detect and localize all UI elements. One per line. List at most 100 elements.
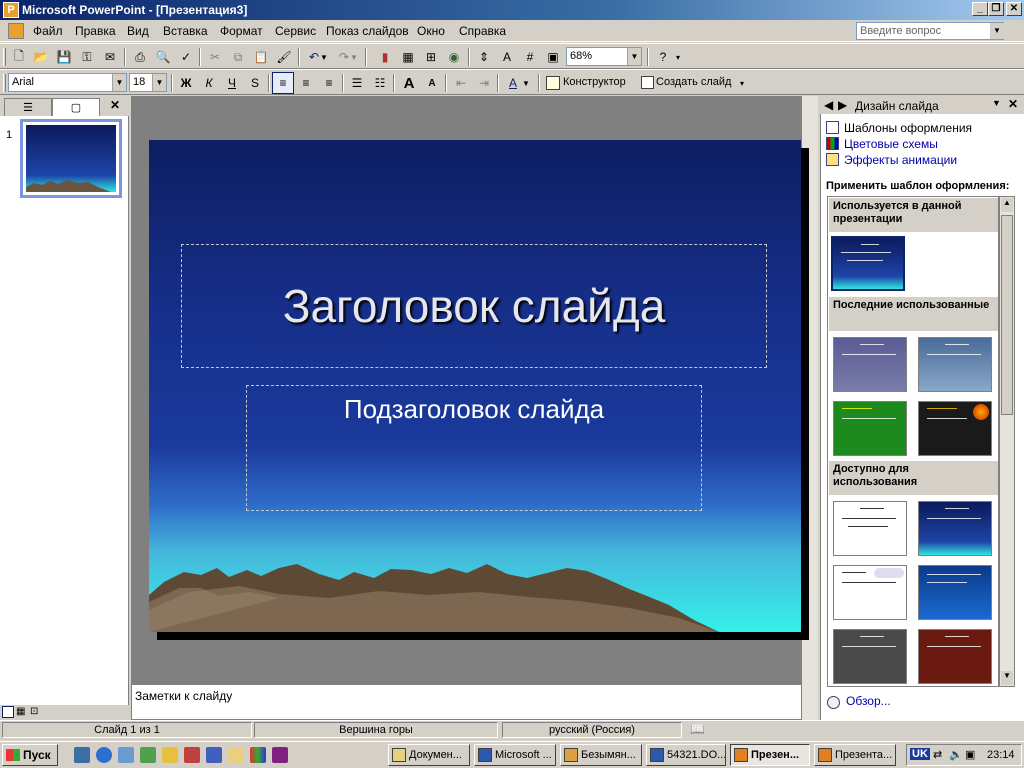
decrease-indent-icon[interactable]: ⇤ — [450, 72, 472, 94]
normal-view-icon[interactable] — [2, 706, 14, 718]
document-icon[interactable] — [8, 23, 24, 39]
slideshow-icon[interactable]: ⊡ — [30, 706, 42, 718]
format-painter-icon[interactable]: 🖌 — [273, 46, 295, 68]
template-thumb[interactable] — [918, 629, 992, 684]
scroll-thumb[interactable] — [1001, 215, 1013, 415]
template-thumb[interactable] — [918, 501, 992, 556]
template-thumb-mountain[interactable] — [829, 234, 907, 293]
insert-chart-icon[interactable]: ▮ — [374, 46, 396, 68]
slide-sorter-icon[interactable]: ▦ — [16, 706, 28, 718]
notes-area[interactable]: Заметки к слайду — [131, 684, 802, 720]
maximize-button[interactable]: ❐ — [988, 2, 1004, 16]
shadow-icon[interactable]: S — [244, 72, 266, 94]
chevron-down-icon[interactable]: ▼ — [112, 74, 126, 91]
font-select[interactable]: Arial ▼ — [8, 73, 127, 92]
spelling-status-icon[interactable]: 📖 — [690, 722, 708, 738]
browse-link[interactable]: Обзор... — [846, 694, 891, 708]
toolbar-grip[interactable] — [3, 74, 6, 92]
volume-icon[interactable]: 🔈 — [949, 748, 963, 761]
chevron-down-icon[interactable]: ▼ — [348, 46, 360, 68]
toolbar-options-icon[interactable]: ▾ — [672, 46, 684, 68]
notes-scrollbar[interactable] — [802, 684, 818, 720]
language-indicator[interactable]: UK — [910, 748, 930, 760]
folder-icon[interactable] — [228, 747, 244, 763]
underline-icon[interactable]: Ч — [221, 72, 243, 94]
template-thumb[interactable] — [833, 629, 907, 684]
close-icon[interactable]: ✕ — [1008, 97, 1018, 111]
link-animation-schemes[interactable]: Эффекты анимации — [826, 153, 957, 167]
bold-icon[interactable]: Ж — [175, 72, 197, 94]
email-icon[interactable]: ✉ — [99, 46, 121, 68]
italic-icon[interactable]: К — [198, 72, 220, 94]
media-icon[interactable] — [140, 747, 156, 763]
numbering-icon[interactable]: ☰ — [346, 72, 368, 94]
new-slide-button[interactable]: Создать слайд — [656, 76, 731, 88]
close-button[interactable]: ✕ — [1006, 2, 1022, 16]
powerpoint-app-icon[interactable]: P — [3, 2, 19, 18]
internet-explorer-icon[interactable] — [96, 747, 112, 763]
toolbar-grip[interactable] — [3, 48, 6, 66]
designer-button[interactable]: Конструктор — [563, 76, 626, 88]
chevron-down-icon[interactable]: ▼ — [152, 74, 166, 91]
scroll-down-icon[interactable]: ▼ — [1001, 671, 1013, 685]
close-icon[interactable]: ✕ — [110, 98, 120, 112]
bullets-icon[interactable]: ☷ — [369, 72, 391, 94]
tab-outline[interactable]: ☰ — [4, 98, 52, 116]
paste-icon[interactable]: 📋 — [250, 46, 272, 68]
increase-font-icon[interactable]: A — [398, 72, 420, 94]
task-powerpoint-2[interactable]: Презента... — [814, 744, 896, 766]
quicklaunch-icon[interactable] — [162, 747, 178, 763]
template-thumb[interactable] — [833, 337, 907, 392]
start-button[interactable]: Пуск — [2, 744, 58, 766]
menu-insert[interactable]: Вставка — [163, 24, 208, 38]
tab-slides[interactable]: ▢ — [52, 98, 100, 116]
template-thumb[interactable] — [918, 565, 992, 620]
align-right-icon[interactable]: ≡ — [318, 72, 340, 94]
grid-icon[interactable]: # — [519, 46, 541, 68]
quicklaunch-icon[interactable] — [184, 747, 200, 763]
color-grayscale-icon[interactable]: ▣ — [542, 46, 564, 68]
task-paint[interactable]: Безымян... — [560, 744, 642, 766]
task-documents[interactable]: Докумен... — [388, 744, 470, 766]
zoom-select[interactable]: 68% ▼ — [566, 47, 642, 66]
toolbar-options-icon[interactable]: ▾ — [736, 72, 748, 94]
template-thumb[interactable] — [833, 501, 907, 556]
chevron-down-icon[interactable]: ▼ — [627, 48, 641, 65]
network-icon[interactable]: ⇄ — [933, 748, 942, 761]
vertical-scrollbar[interactable] — [802, 96, 818, 684]
scroll-up-icon[interactable]: ▲ — [1001, 198, 1013, 212]
cut-icon[interactable]: ✂ — [204, 46, 226, 68]
template-thumb[interactable] — [833, 565, 907, 620]
template-thumb[interactable] — [918, 401, 992, 456]
task-powerpoint-active[interactable]: Презен... — [730, 744, 810, 766]
new-document-icon[interactable]: 🗋 — [8, 46, 30, 68]
task-word-2[interactable]: 54321.DO... — [646, 744, 726, 766]
font-size-select[interactable]: 18 ▼ — [129, 73, 167, 92]
quicklaunch-icon[interactable] — [272, 747, 288, 763]
spelling-icon[interactable]: ✓ — [175, 46, 197, 68]
task-word-1[interactable]: Microsoft ... — [474, 744, 556, 766]
open-folder-icon[interactable]: 📂 — [30, 46, 52, 68]
increase-indent-icon[interactable]: ⇥ — [473, 72, 495, 94]
minimize-button[interactable]: _ — [972, 2, 988, 16]
print-icon[interactable]: ⎙ — [129, 46, 151, 68]
menu-tools[interactable]: Сервис — [275, 24, 316, 38]
print-preview-icon[interactable]: 🔍 — [152, 46, 174, 68]
menu-help[interactable]: Справка — [459, 24, 506, 38]
chevron-down-icon[interactable]: ▼ — [992, 98, 1001, 108]
menu-slideshow[interactable]: Показ слайдов — [326, 24, 409, 38]
expand-all-icon[interactable]: ⇕ — [473, 46, 495, 68]
tray-app-icon[interactable]: ▣ — [965, 748, 975, 761]
decrease-font-icon[interactable]: A — [421, 72, 443, 94]
insert-picture-icon[interactable]: ◉ — [443, 46, 465, 68]
ask-question-input[interactable]: Введите вопрос — [856, 22, 1004, 40]
align-left-icon[interactable]: ≡ — [272, 72, 294, 94]
menu-format[interactable]: Формат — [220, 24, 263, 38]
insert-table-icon[interactable]: ▦ — [397, 46, 419, 68]
show-formatting-icon[interactable]: A — [496, 46, 518, 68]
template-thumb[interactable] — [833, 401, 907, 456]
menu-edit[interactable]: Правка — [75, 24, 116, 38]
desktop-icon[interactable] — [74, 747, 90, 763]
menu-view[interactable]: Вид — [127, 24, 149, 38]
task-pane-scrollbar[interactable]: ▲ ▼ — [999, 196, 1015, 687]
